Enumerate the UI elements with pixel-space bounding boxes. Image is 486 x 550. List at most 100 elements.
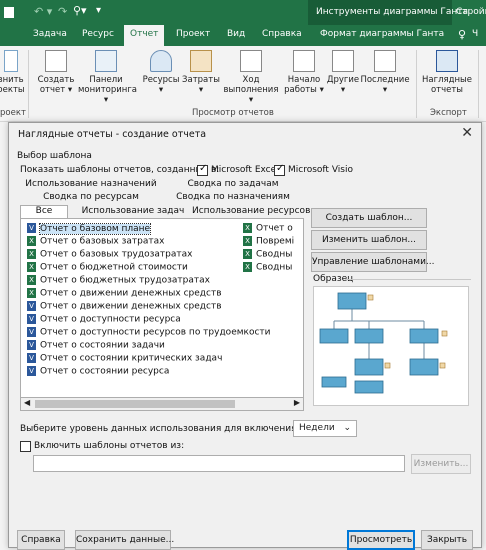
template-item[interactable]: X Отчет о бюджетной стоимости (27, 262, 188, 275)
include-label[interactable]: Включить шаблоны отчетов из: (34, 441, 184, 451)
visual-reports-dialog: Наглядные отчеты - создание отчета ✕ Выб… (8, 122, 482, 550)
tab-project[interactable]: Проект (176, 29, 210, 39)
visual-reports-label-1: Наглядные (422, 75, 472, 85)
visio-checkbox[interactable] (274, 163, 285, 176)
edit-template-button[interactable]: Изменить шаблон... (311, 230, 427, 250)
dashboards-button[interactable]: Панели мониторинга ▾ (78, 50, 137, 105)
scroll-right-icon[interactable]: ▶ (294, 398, 300, 407)
tab-task[interactable]: Задача (33, 29, 67, 39)
dialog-title: Наглядные отчеты - создание отчета (18, 129, 207, 140)
tab-assignment-usage[interactable]: Использование назначений (20, 179, 162, 192)
create-report-label-1: Создать (37, 75, 75, 85)
tell-me-label[interactable]: Ч (472, 29, 478, 39)
tab-all[interactable]: Все (20, 205, 68, 219)
template-item-label: Отчет о состоянии критических задач (40, 353, 223, 364)
scroll-left-icon[interactable]: ◀ (24, 398, 30, 407)
template-item[interactable]: V Отчет о состоянии ресурса (27, 366, 169, 379)
level-select-value: Недели (299, 423, 335, 433)
undo-icon[interactable]: ↶ ▾ (34, 5, 52, 18)
costs-icon (190, 50, 212, 72)
template-item-label: Отчет о доступности ресурса (40, 314, 181, 325)
excel-file-icon: X (27, 249, 36, 259)
template-item-label: Отчет о состоянии задачи (40, 340, 165, 351)
horizontal-scrollbar[interactable]: ◀ ▶ (20, 397, 304, 411)
template-item-label: Отчет о базовых затратах (40, 236, 165, 247)
tools-title: Инструменты диаграммы Ганта (316, 7, 469, 17)
costs-button[interactable]: Затраты ▾ (182, 50, 220, 95)
recent-button[interactable]: Последние ▾ (360, 50, 410, 95)
tab-resource-summary[interactable]: Сводка по ресурсам (20, 192, 162, 205)
visual-reports-button[interactable]: Наглядные отчеты (420, 50, 474, 95)
resources-button[interactable]: Ресурсы ▾ (140, 50, 182, 95)
excel-label[interactable]: Microsoft Excel (211, 165, 279, 175)
ribbon-separator (416, 50, 417, 118)
template-item[interactable]: X Отчет о базовых трудозатратах (27, 249, 192, 262)
tab-help[interactable]: Справка (262, 29, 302, 39)
tab-resource[interactable]: Ресурс (82, 29, 114, 39)
template-item[interactable]: X Отчет о движении денежных средств (27, 288, 222, 301)
tab-report[interactable]: Отчет (124, 25, 165, 46)
lightbulb-icon[interactable]: ♀ (458, 28, 466, 41)
template-item[interactable]: V Отчет о базовом плане (27, 222, 152, 236)
compare-icon (4, 50, 18, 72)
create-template-button[interactable]: Создать шаблон... (311, 208, 427, 228)
getting-started-label-1: Начало (287, 75, 321, 85)
qat-more-icon[interactable]: ▾ (96, 5, 101, 16)
include-path-input[interactable] (33, 455, 405, 472)
save-data-button[interactable]: Сохранить данные... (75, 530, 174, 550)
template-item[interactable]: X Повремі (243, 236, 294, 249)
template-item[interactable]: X Сводны (243, 249, 292, 262)
tab-view[interactable]: Вид (227, 29, 245, 39)
preview-separator (345, 279, 471, 280)
other-button[interactable]: Другие ▾ (326, 50, 360, 95)
template-item[interactable]: V Отчет о состоянии задачи (27, 340, 165, 353)
template-item[interactable]: V Отчет о доступности ресурса (27, 314, 181, 327)
template-item-label: Отчет о базовом плане (38, 222, 152, 235)
scroll-thumb[interactable] (35, 400, 235, 408)
template-item[interactable]: X Сводны (243, 262, 292, 275)
org-chart-preview (319, 292, 448, 394)
template-item[interactable]: X Отчет о бюджетных трудозатратах (27, 275, 210, 288)
getting-started-button[interactable]: Начало работы ▾ (284, 50, 324, 95)
excel-checkbox[interactable] (197, 163, 208, 176)
template-item[interactable]: X Отчет о базовых затратах (27, 236, 164, 249)
search-icon[interactable]: ⚲▾ (73, 4, 87, 17)
compare-projects-button[interactable]: авнить роекты (0, 50, 25, 95)
template-list[interactable]: V Отчет о базовом плане X Отчет о базовых з… (20, 218, 304, 411)
resources-label: Ресурсы ▾ (142, 75, 180, 95)
visio-file-icon: V (27, 353, 36, 363)
new-report-icon (45, 50, 67, 72)
other-icon (332, 50, 354, 72)
redo-icon[interactable]: ↷ (58, 5, 67, 18)
excel-file-icon: X (243, 249, 252, 259)
visio-file-icon: V (27, 327, 36, 337)
template-item-label: Отчет о базовых трудозатратах (40, 249, 193, 260)
dashboards-label-1: Панели (89, 75, 123, 85)
close-button[interactable]: Закрыть (421, 530, 473, 550)
template-item[interactable]: V Отчет о движении денежных средств (27, 301, 222, 314)
show-templates-label: Показать шаблоны отчетов, созданные в: (20, 165, 220, 175)
ribbon: авнить роекты роект Создать отчет ▾ Пане… (0, 46, 486, 122)
tab-assignment-summary[interactable]: Сводка по назначениям (162, 192, 304, 205)
title-bar: ↶ ▾ ↷ ⚲▾ ▾ Инструменты диаграммы Ганта С… (0, 0, 486, 46)
manage-templates-button[interactable]: Управление шаблонами... (311, 252, 435, 272)
create-report-button[interactable]: Создать отчет ▾ (36, 50, 76, 95)
template-item[interactable]: X Отчет о (243, 223, 293, 236)
progress-button[interactable]: Ход выполнения ▾ (222, 50, 280, 105)
modify-button[interactable]: Изменить... (411, 454, 471, 474)
group-project-label: роект (0, 108, 26, 118)
visio-label[interactable]: Microsoft Visio (288, 165, 353, 175)
include-checkbox[interactable] (20, 441, 31, 452)
tab-gantt-format[interactable]: Формат диаграммы Ганта (320, 29, 444, 39)
section-label: Выбор шаблона (17, 151, 92, 161)
view-button[interactable]: Просмотреть (347, 530, 415, 550)
app-icon (4, 7, 14, 18)
template-item[interactable]: V Отчет о доступности ресурсов по трудоем… (27, 327, 271, 340)
template-item-label: Сводны (256, 262, 293, 273)
close-icon[interactable]: ✕ (461, 125, 473, 141)
template-item[interactable]: V Отчет о состоянии критических задач (27, 353, 222, 366)
level-select[interactable]: Недели ⌄ (293, 420, 357, 437)
help-button[interactable]: Справка (17, 530, 65, 550)
template-item-label: Отчет о движении денежных средств (40, 301, 222, 312)
tab-task-summary[interactable]: Сводка по задачам (162, 179, 304, 192)
